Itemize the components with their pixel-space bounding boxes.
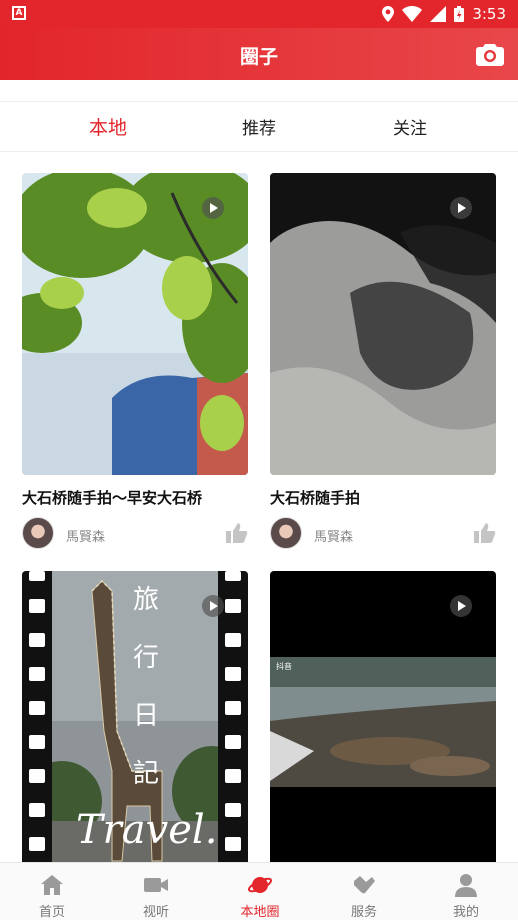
status-bar: A 3:53: [0, 0, 518, 28]
travel-vertical-text: 旅 行 日 記: [126, 571, 166, 803]
play-icon: [450, 595, 472, 617]
location-icon: [382, 6, 395, 22]
nav-home[interactable]: 首页: [0, 863, 104, 921]
thumbs-up-icon[interactable]: [226, 523, 248, 543]
nav-label: 服务: [350, 905, 377, 920]
bottom-navigation: 首页 视听 本地圈 服务 我的: [0, 862, 518, 920]
signal-icon: [430, 6, 447, 22]
post-thumbnail[interactable]: 抖音: [270, 571, 496, 873]
caption-char: 旅: [132, 585, 159, 615]
author-name: 馬賢森: [314, 530, 354, 545]
caption-char: 記: [132, 759, 159, 789]
profile-icon: [455, 874, 477, 897]
play-icon: [202, 595, 224, 617]
travel-script-text: Travel.: [76, 807, 218, 853]
wifi-icon: [402, 6, 423, 22]
avatar[interactable]: [270, 517, 302, 549]
nav-label: 首页: [38, 905, 65, 920]
nav-label: 本地圈: [240, 905, 280, 920]
caption-char: 行: [132, 643, 159, 673]
thumbs-up-icon[interactable]: [474, 523, 496, 543]
nav-media[interactable]: 视听: [104, 863, 208, 921]
planet-icon: [248, 877, 272, 893]
tab-following[interactable]: 关注: [393, 114, 427, 139]
author-name: 馬賢森: [66, 530, 106, 545]
nav-label: 视听: [142, 905, 169, 920]
camera-icon[interactable]: [476, 41, 504, 67]
caption-char: 日: [132, 701, 159, 731]
douyin-watermark: 抖音: [276, 662, 292, 671]
post-title: 大石桥随手拍: [270, 489, 361, 507]
tab-local[interactable]: 本地: [89, 113, 127, 140]
home-icon: [41, 875, 63, 895]
spacer: [0, 80, 518, 102]
handshake-icon: [354, 876, 375, 894]
status-icons: 3:53: [382, 4, 506, 24]
app-notification-icon: A: [12, 6, 26, 20]
page-title: 圈子: [239, 46, 278, 68]
play-icon: [202, 197, 224, 219]
avatar[interactable]: [22, 517, 54, 549]
post-thumbnail[interactable]: [22, 173, 248, 475]
tab-bar: 本地 推荐 关注: [0, 102, 518, 152]
post-thumbnail[interactable]: 旅 行 日 記 Travel.: [22, 571, 248, 873]
video-icon: [144, 878, 168, 892]
nav-local-circle[interactable]: 本地圈: [208, 863, 312, 921]
post-title: 大石桥随手拍～早安大石桥: [22, 489, 203, 507]
tab-recommended[interactable]: 推荐: [242, 114, 276, 139]
app-bar: 圈子: [0, 28, 518, 80]
clock: 3:53: [472, 5, 506, 23]
nav-label: 我的: [452, 905, 479, 920]
play-icon: [450, 197, 472, 219]
nav-services[interactable]: 服务: [312, 863, 416, 921]
nav-profile[interactable]: 我的: [414, 863, 518, 921]
post-thumbnail[interactable]: [270, 173, 496, 475]
battery-icon: [454, 6, 465, 22]
